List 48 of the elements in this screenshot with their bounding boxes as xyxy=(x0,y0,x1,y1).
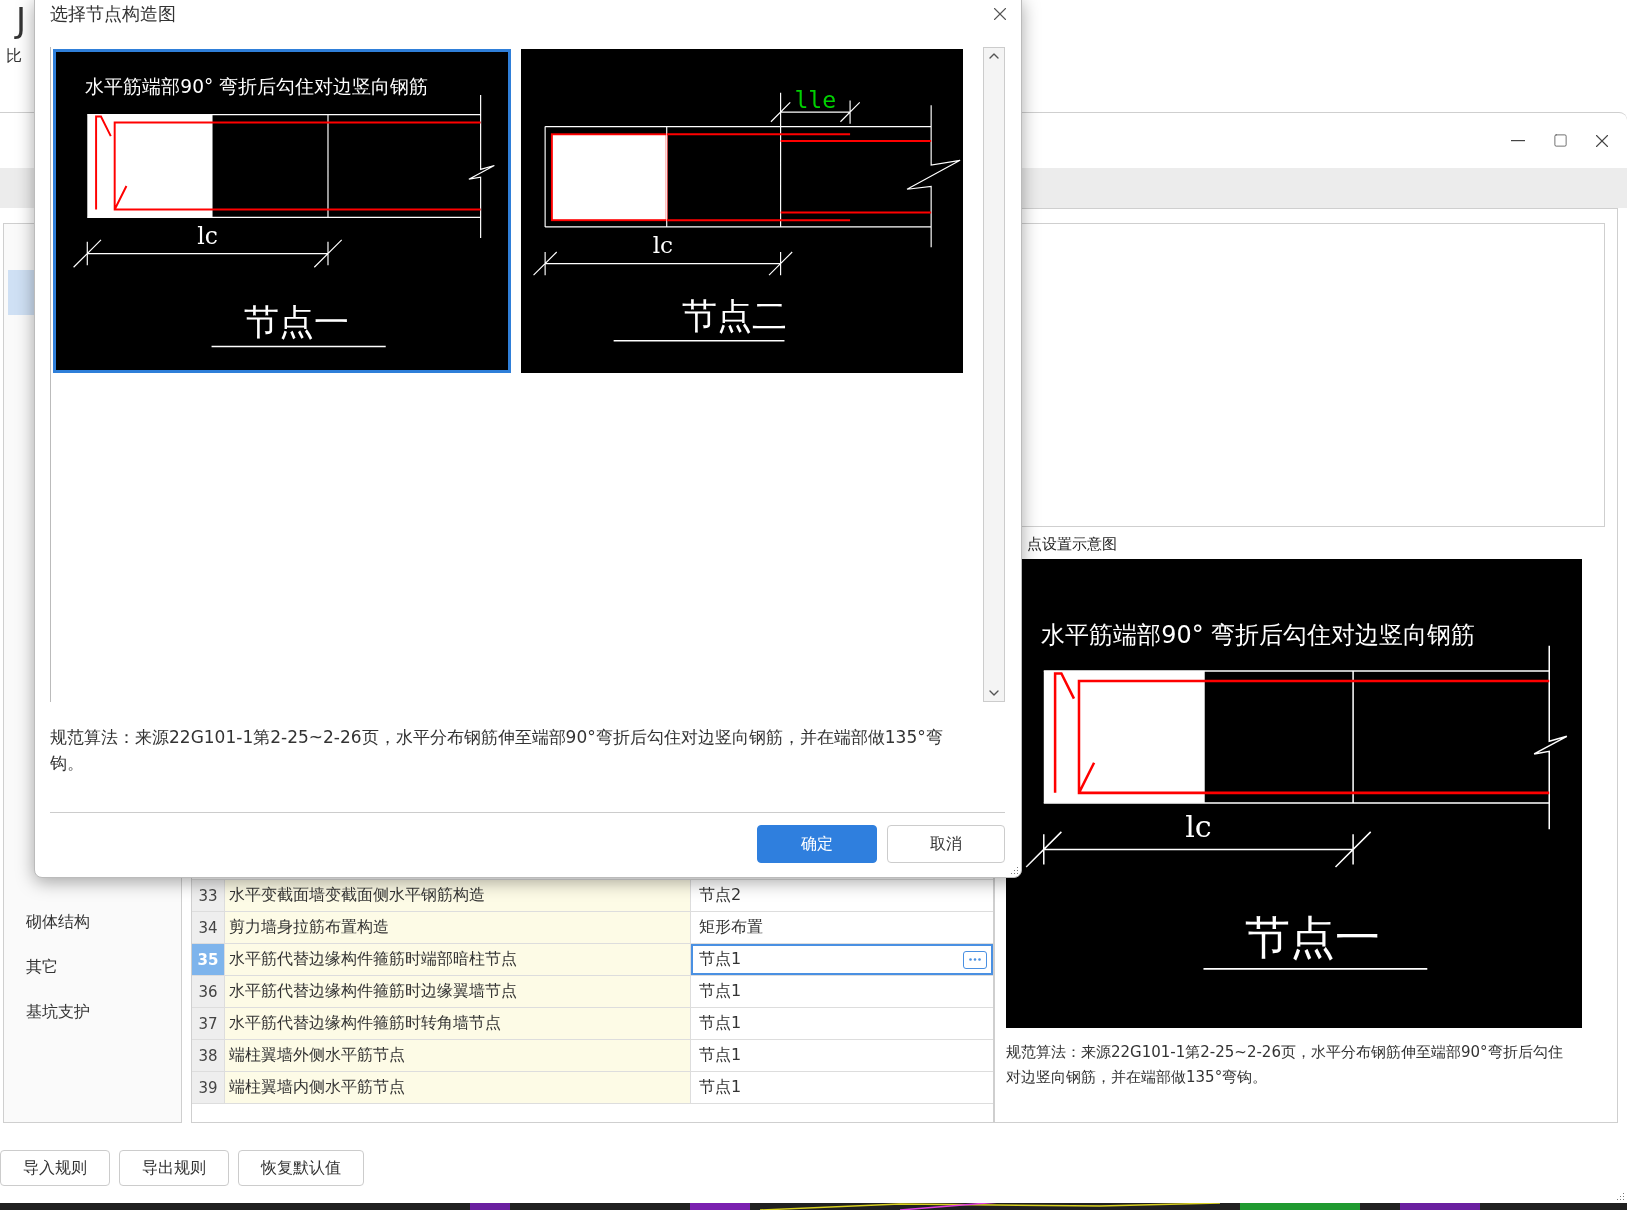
lap-length-label: lle xyxy=(794,87,837,114)
dialog-title: 选择节点构造图 xyxy=(50,2,176,26)
row-number: 33 xyxy=(192,880,225,911)
resize-grip-icon[interactable] xyxy=(1009,865,1019,875)
maximize-icon xyxy=(1552,133,1568,148)
field-value: 节点1 xyxy=(699,949,742,970)
category-item[interactable]: 基坑支护 xyxy=(8,990,177,1035)
category-item[interactable]: 砌体结构 xyxy=(8,900,177,945)
diagram-title: 水平筋端部90° 弯折后勾住对边竖向钢筋 xyxy=(85,76,429,98)
minimize-icon xyxy=(1511,139,1525,142)
node-caption: 节点一 xyxy=(1245,910,1381,964)
rule-button[interactable]: 导出规则 xyxy=(119,1150,229,1186)
toolbar-label: 比 xyxy=(6,46,22,67)
table-cell: 水平筋代替边缘构件箍筋时转角墙节点 xyxy=(225,1008,691,1039)
dimension-label: lc xyxy=(652,232,674,258)
row-number: 38 xyxy=(192,1040,225,1071)
diagram-title: 水平筋端部90° 弯折后勾住对边竖向钢筋 xyxy=(1041,621,1476,650)
rule-description: 规范算法：来源22G101-1第2-25~2-26页，水平分布钢筋伸至端部90°弯折后勾住对边竖向钢筋，并在端部做135°弯钩。 xyxy=(50,726,944,775)
node-card[interactable]: lle lc 节点二 xyxy=(521,49,963,373)
value-field[interactable]: 节点1 xyxy=(691,944,993,975)
node-caption: 节点二 xyxy=(681,296,787,337)
category-item[interactable]: 其它 xyxy=(8,945,177,990)
table-cell: 端柱翼墙外侧水平筋节点 xyxy=(225,1040,691,1071)
rule-description: 规范算法：来源22G101-1第2-25~2-26页，水平分布钢筋伸至端部90°弯折后勾住对边竖向钢筋，并在端部做135°弯钩。 xyxy=(1006,1042,1564,1088)
dimension-label: lc xyxy=(1185,808,1212,844)
more-button[interactable] xyxy=(963,950,987,969)
table-cell: 水平变截面墙变截面侧水平钢筋构造 xyxy=(225,880,691,911)
row-number: 39 xyxy=(192,1072,225,1103)
node-caption: 节点一 xyxy=(244,300,350,342)
cancel-button[interactable]: 取消 xyxy=(887,825,1005,863)
dimension-label: lc xyxy=(197,221,218,250)
preview-label: 点设置示意图 xyxy=(1027,535,1117,554)
resize-grip-icon[interactable] xyxy=(1615,1191,1625,1201)
row-number: 34 xyxy=(192,912,225,943)
confirm-button[interactable]: 确定 xyxy=(757,825,877,863)
table-cell: 水平筋代替边缘构件箍筋时边缘翼墙节点 xyxy=(225,976,691,1007)
app-logo: J xyxy=(16,0,27,40)
row-number: 35 xyxy=(192,944,225,975)
node-card[interactable]: 水平筋端部90° 弯折后勾住对边竖向钢筋 lc 节点一 xyxy=(53,49,511,373)
row-number: 36 xyxy=(192,976,225,1007)
table-cell: 剪力墙身拉筋布置构造 xyxy=(225,912,691,943)
ellipsis-icon xyxy=(969,958,981,961)
table-cell: 水平筋代替边缘构件箍筋时端部暗柱节点 xyxy=(225,944,691,975)
table-cell: 端柱翼墙内侧水平筋节点 xyxy=(225,1072,691,1103)
rule-button[interactable]: 导入规则 xyxy=(0,1150,110,1186)
row-number: 37 xyxy=(192,1008,225,1039)
rule-button[interactable]: 恢复默认值 xyxy=(238,1150,364,1186)
scrollbar[interactable] xyxy=(983,47,1005,702)
